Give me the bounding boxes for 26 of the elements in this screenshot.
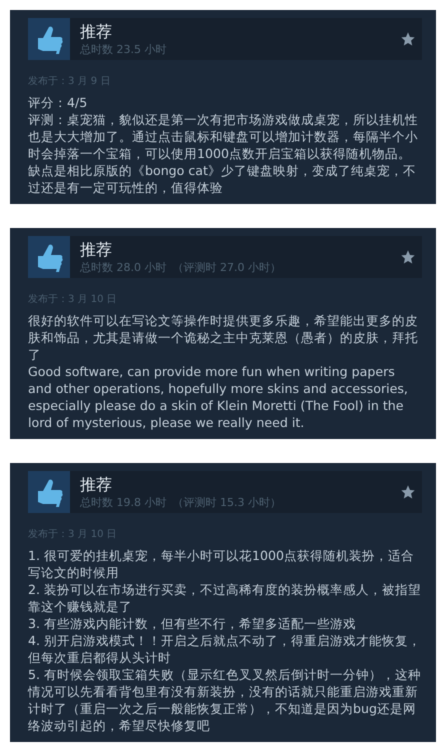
review-text: Good software, can provide more fun when writing papers and other operations, hopefully more skins and accessories, especially please do a skin of Klein Moretti (The Fool) in the lord of mysterious, please we really need it. (28, 363, 409, 431)
verdict-label: 推荐 (80, 240, 113, 260)
review-playtime-text: （评测时 27.0 小时） (172, 260, 281, 274)
review-text: 3. 有些游戏内能计数，但有些不行，希望多适配一些游戏 (28, 615, 358, 632)
review-text: 4. 别开启游戏模式！！开启之后就点不动了，得重启游戏才能恢复，但每次重启都得从头计时 (28, 632, 422, 666)
verdict-label: 推荐 (80, 22, 113, 42)
posted-date: 发布于：3 月 10 日 (28, 293, 118, 306)
review-text: 很好的软件可以在写论文等操作时提供更多乐趣，希望能出更多的皮肤和饰品，尤其是请做一个诡秘之主中克莱恩（愚者）的皮肤，拜托了 (28, 312, 419, 363)
review-text: 1. 很可爱的挂机桌宠，每半小时可以花1000点获得随机装扮，适合写论文的时候用 (28, 547, 416, 581)
verdict-label: 推荐 (80, 474, 113, 494)
thumbs-up-icon (28, 236, 70, 278)
review-text: 5. 有时候会领取宝箱失败（显示红色叉叉然后倒计时一分钟），这种情况可以先看看背包里有没有新装扮，没有的话就只能重启游戏重新计时了（重启一次之后一般能恢复正常），不知道是因为bug还是网络波动引起的，希望尽快修复吧 (28, 666, 422, 734)
playtime-text: 总时数 23.5 小时 (80, 42, 166, 56)
review-text: 评测：桌宠猫，貌似还是第一次有把市场游戏做成桌宠，所以挂机性也是大大增加了。通过点击鼠标和键盘可以增加计数器，每隔半个小时会掉落一个宝箱，可以使用1000点数开启宝箱以获得随机物品。缺点是相比原版的《bongo cat》少了键盘映射，变成了纯桌宠，不过还是有一定可玩性的，值得体验 (28, 111, 419, 196)
review-text: 2. 装扮可以在市场进行买卖，不过高稀有度的装扮概率感人，被指望靠这个赚钱就是了 (28, 581, 422, 615)
review-playtime-text: （评测时 15.3 小时） (172, 494, 281, 510)
playtime-text: 总时数 28.0 小时 (80, 260, 166, 274)
star-icon[interactable] (400, 31, 416, 47)
star-icon[interactable] (400, 484, 416, 500)
review-text: 评分：4/5 (28, 94, 88, 111)
star-icon[interactable] (400, 249, 416, 265)
posted-date: 发布于：3 月 9 日 (28, 75, 112, 88)
playtime-text: 总时数 19.8 小时 (80, 494, 166, 510)
posted-date: 发布于：3 月 10 日 (28, 528, 118, 541)
thumbs-up-icon (28, 471, 70, 513)
thumbs-up-icon (28, 18, 70, 60)
